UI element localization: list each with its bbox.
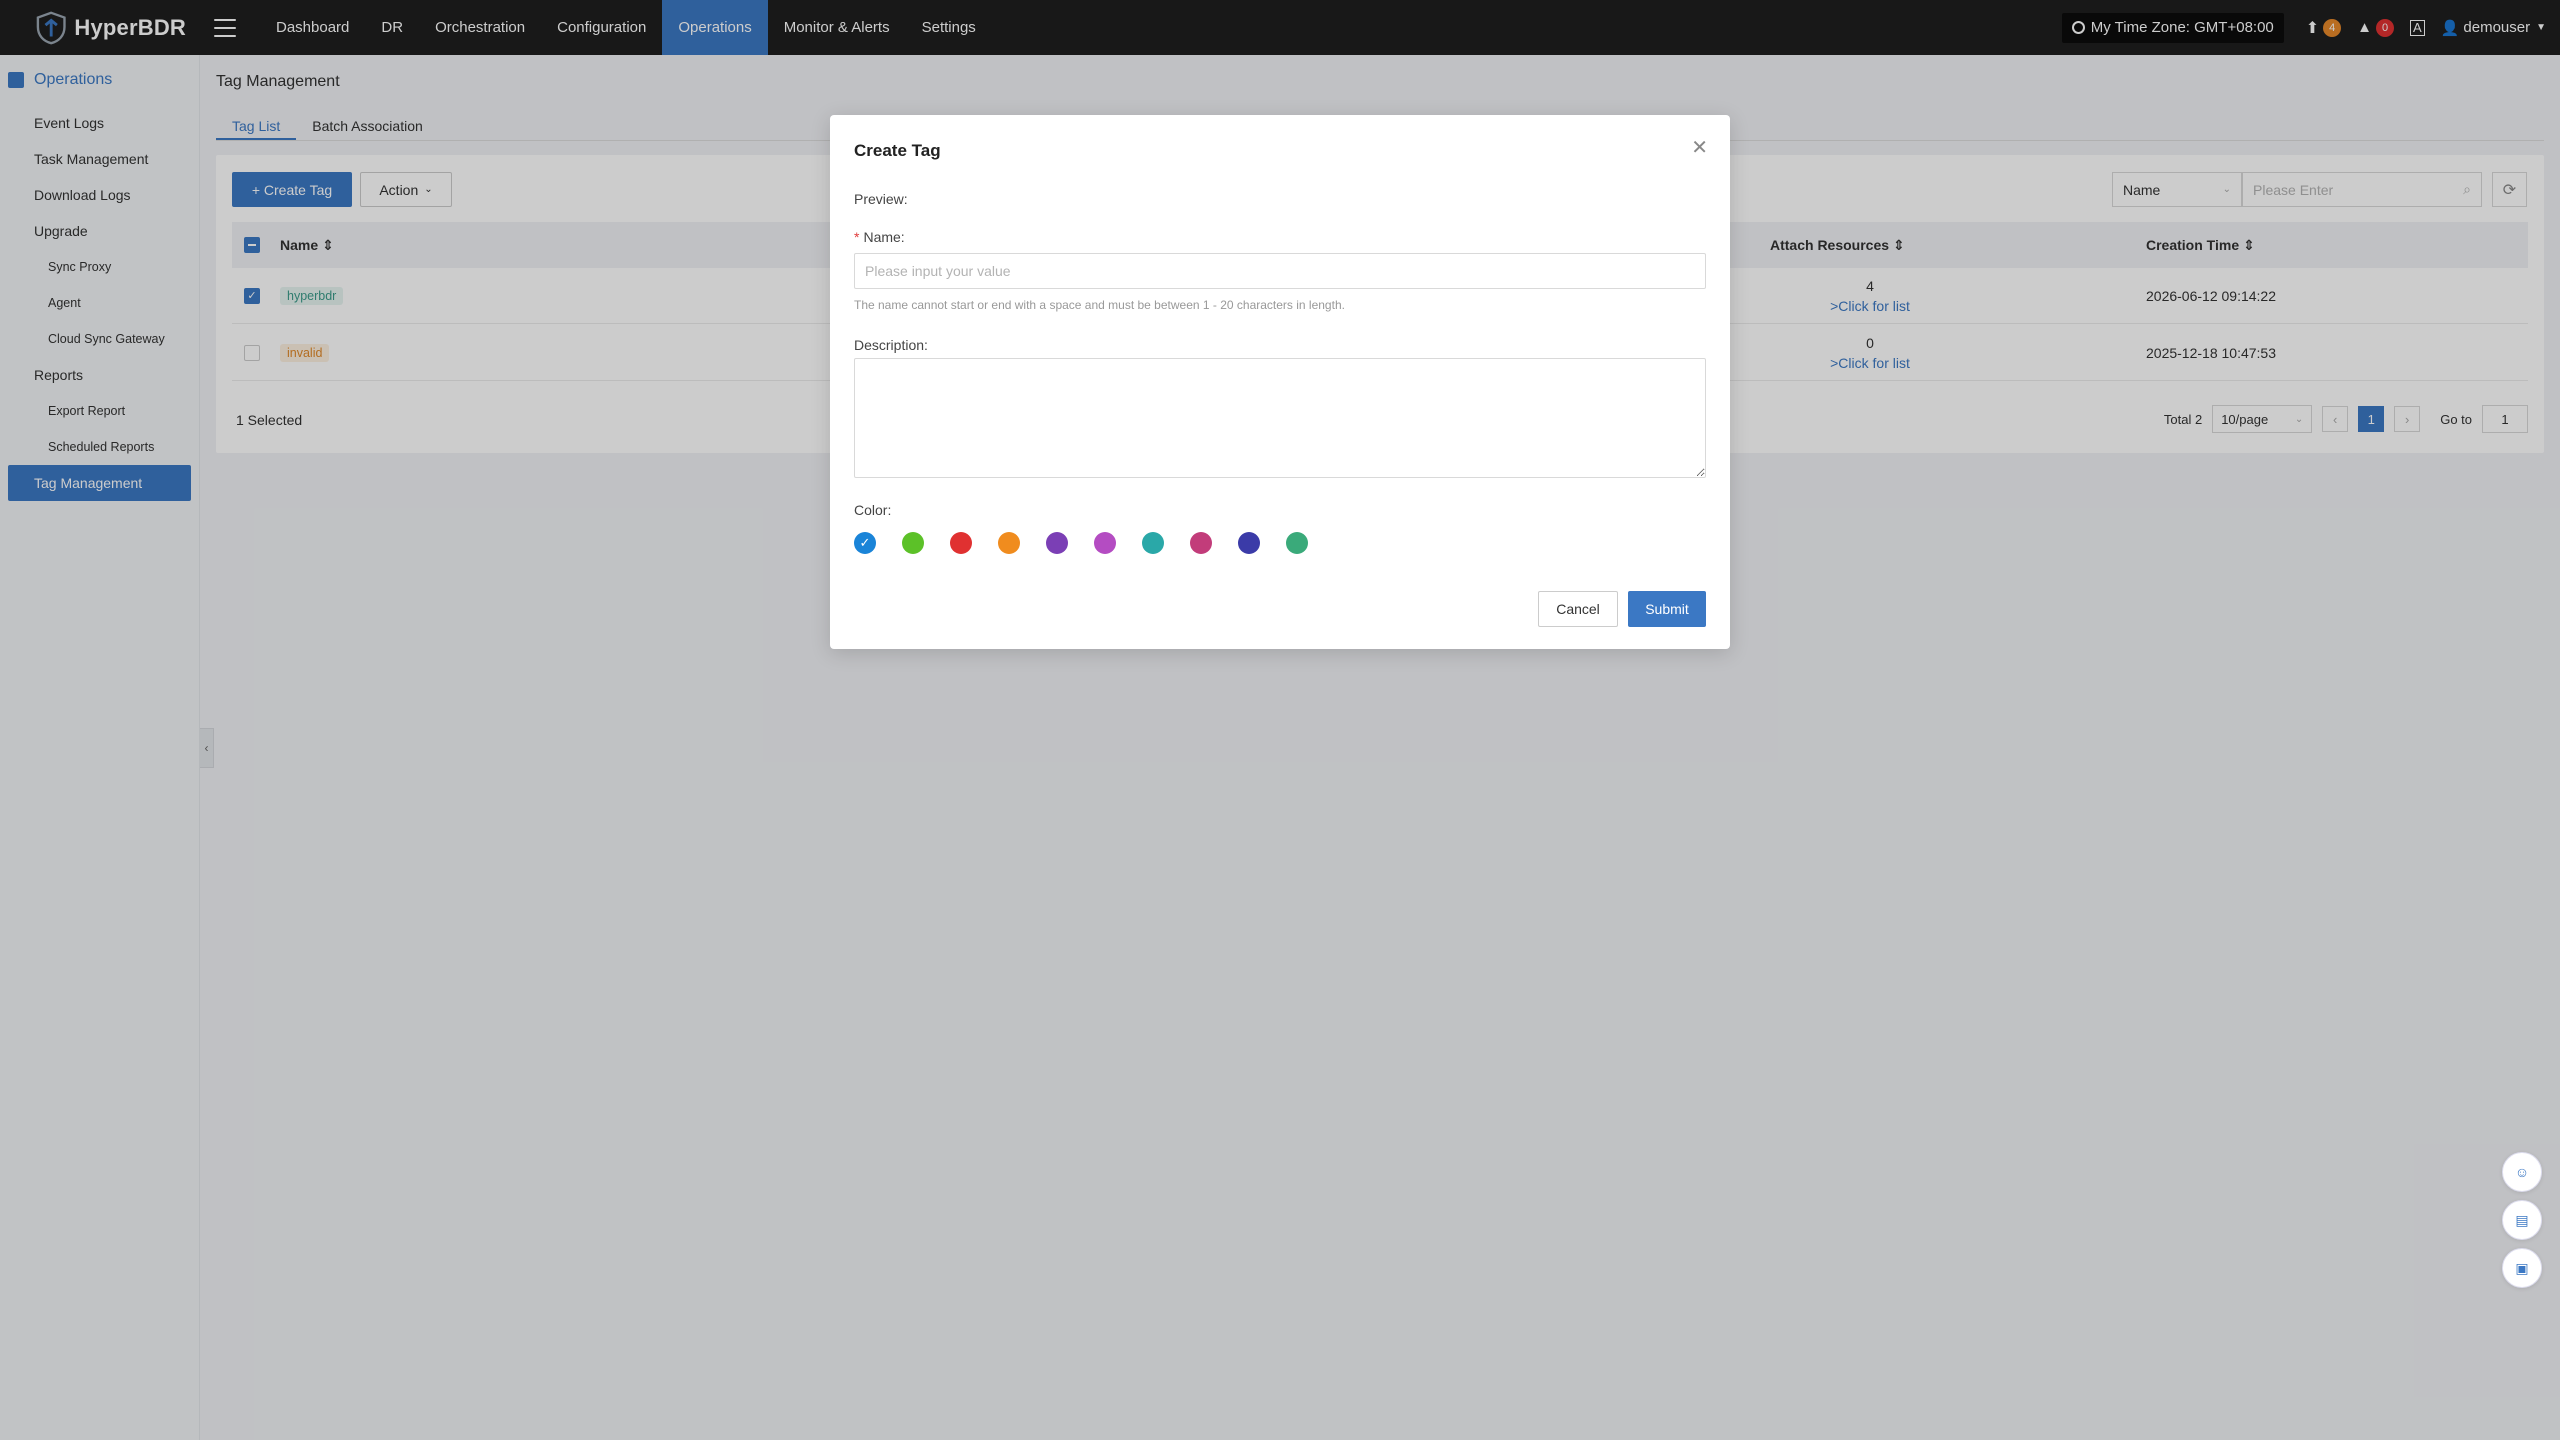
name-hint: The name cannot start or end with a spac… <box>854 298 1345 312</box>
color-swatch-emerald[interactable] <box>1286 532 1308 554</box>
color-label: Color: <box>854 502 892 518</box>
name-label: Name: <box>863 229 905 245</box>
dialog-title: Create Tag <box>854 141 941 160</box>
color-swatch-purple[interactable] <box>1046 532 1068 554</box>
support-chat-button[interactable]: ☺ <box>2502 1152 2542 1192</box>
clipboard-button[interactable]: ▣ <box>2502 1248 2542 1288</box>
cancel-button[interactable]: Cancel <box>1538 591 1618 627</box>
color-swatch-blue[interactable]: ✓ <box>854 532 876 554</box>
chat-icon: ☺ <box>2514 1164 2530 1180</box>
color-swatch-pink[interactable] <box>1190 532 1212 554</box>
description-label: Description: <box>854 337 928 353</box>
docs-button[interactable]: ▤ <box>2502 1200 2542 1240</box>
color-picker: ✓ <box>854 532 1308 554</box>
preview-label: Preview: <box>854 191 908 207</box>
color-swatch-magenta[interactable] <box>1094 532 1116 554</box>
close-icon[interactable]: ✕ <box>1691 135 1708 160</box>
clipboard-icon: ▣ <box>2515 1259 2529 1276</box>
description-textarea[interactable] <box>854 358 1706 478</box>
create-tag-dialog: Create Tag ✕ Preview: *Name: The name ca… <box>830 115 1730 649</box>
submit-button[interactable]: Submit <box>1628 591 1706 627</box>
color-swatch-red[interactable] <box>950 532 972 554</box>
name-input[interactable] <box>854 253 1706 289</box>
color-swatch-indigo[interactable] <box>1238 532 1260 554</box>
color-swatch-teal[interactable] <box>1142 532 1164 554</box>
name-label-wrap: * Name: <box>854 229 905 245</box>
color-swatch-green[interactable] <box>902 532 924 554</box>
book-icon: ▤ <box>2515 1211 2529 1228</box>
required-marker: * <box>854 229 860 245</box>
color-swatch-orange[interactable] <box>998 532 1020 554</box>
check-icon: ✓ <box>859 535 871 550</box>
